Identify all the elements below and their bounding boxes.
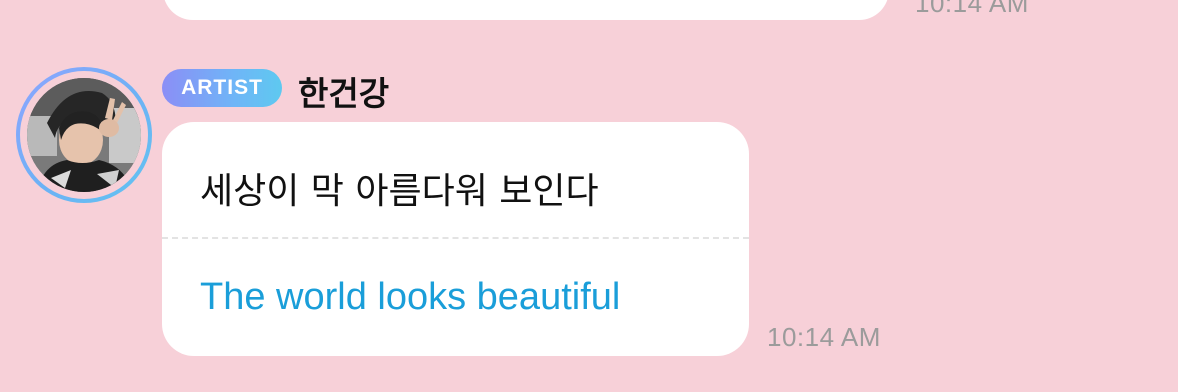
message-bubble[interactable]: 세상이 막 아름다워 보인다 The world looks beautiful <box>162 122 749 356</box>
translation-divider <box>162 237 749 239</box>
avatar-photo <box>27 78 141 192</box>
previous-message-timestamp: 10:14 AM <box>915 0 1029 18</box>
artist-badge: ARTIST <box>162 69 282 107</box>
original-message-text: 세상이 막 아름다워 보인다 <box>200 171 599 212</box>
previous-message-bubble[interactable] <box>163 0 889 20</box>
translated-message-text: The world looks beautiful <box>200 276 621 318</box>
artist-avatar[interactable] <box>16 67 152 203</box>
sender-name[interactable]: 한건강 <box>298 67 389 115</box>
message-timestamp: 10:14 AM <box>767 322 881 352</box>
